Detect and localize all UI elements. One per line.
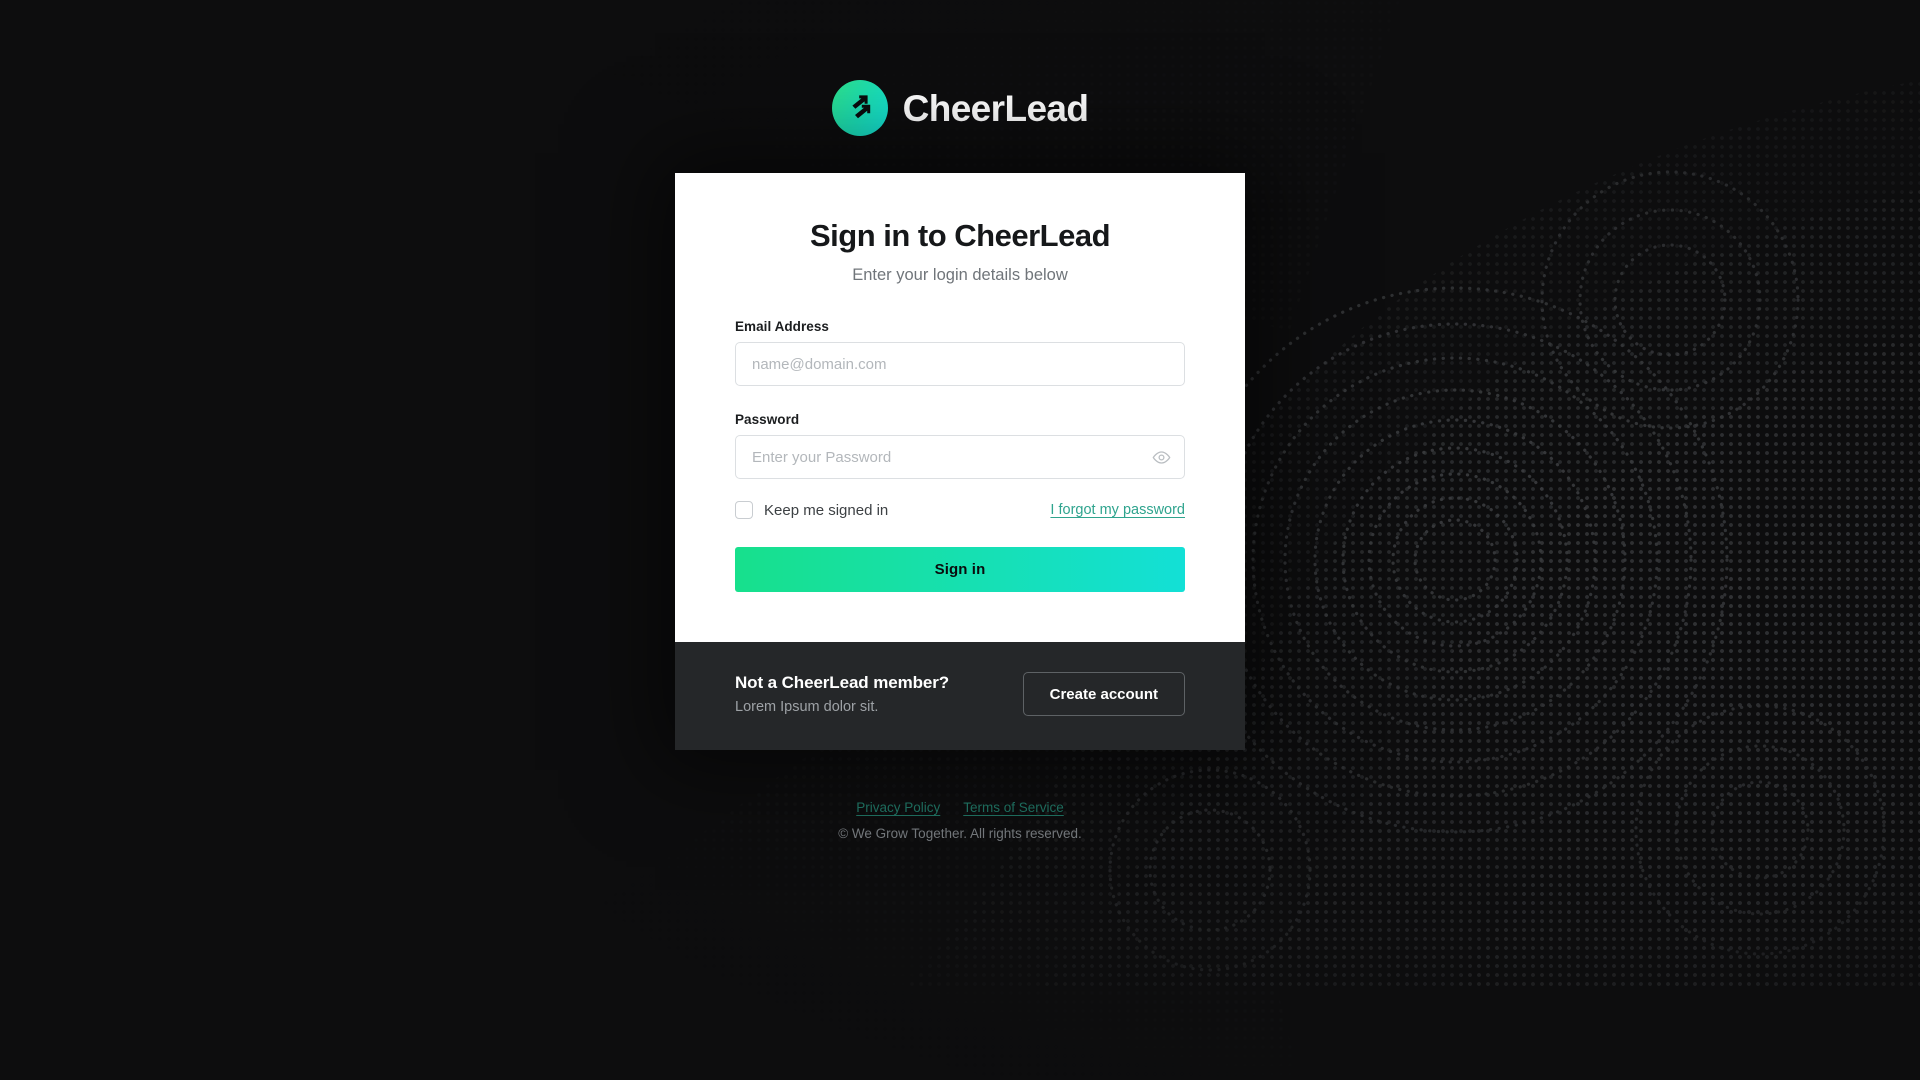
login-card-body: Sign in to CheerLead Enter your login de… bbox=[675, 173, 1245, 642]
signup-prompt: Not a CheerLead member? Lorem Ipsum dolo… bbox=[675, 642, 1245, 751]
double-arrow-up-right-icon bbox=[831, 80, 888, 136]
brand-name: CheerLead bbox=[902, 87, 1089, 129]
password-input[interactable] bbox=[735, 435, 1185, 480]
copyright-text: © We Grow Together. All rights reserved. bbox=[838, 826, 1082, 842]
email-label: Email Address bbox=[735, 319, 829, 335]
email-input-wrap bbox=[735, 342, 1185, 387]
privacy-policy-link[interactable]: Privacy Policy bbox=[856, 800, 940, 815]
login-page: CheerLead Sign in to CheerLead Enter you… bbox=[0, 0, 1920, 1080]
password-label: Password bbox=[735, 412, 800, 428]
sign-in-button[interactable]: Sign in bbox=[735, 547, 1185, 593]
legal-links: Privacy Policy Terms of Service bbox=[838, 800, 1082, 815]
page-footer: Privacy Policy Terms of Service © We Gro… bbox=[838, 800, 1082, 841]
brand-logo: CheerLead bbox=[831, 76, 1089, 140]
terms-of-service-link[interactable]: Terms of Service bbox=[963, 800, 1064, 815]
keep-signed-in-checkbox[interactable]: Keep me signed in bbox=[735, 501, 889, 520]
email-field-group: Email Address bbox=[735, 319, 1185, 387]
create-account-button[interactable]: Create account bbox=[1022, 672, 1185, 717]
keep-signed-in-label: Keep me signed in bbox=[764, 501, 889, 519]
signup-prompt-text: Not a CheerLead member? Lorem Ipsum dolo… bbox=[735, 673, 949, 715]
email-input[interactable] bbox=[735, 342, 1185, 387]
page-title: Sign in to CheerLead bbox=[809, 218, 1111, 253]
login-card: Sign in to CheerLead Enter your login de… bbox=[675, 173, 1245, 751]
page-subtitle: Enter your login details below bbox=[852, 266, 1068, 285]
options-row: Keep me signed in I forgot my password bbox=[735, 499, 1185, 521]
forgot-password-link[interactable]: I forgot my password bbox=[1050, 502, 1185, 518]
checkbox-box[interactable] bbox=[735, 501, 753, 520]
eye-icon[interactable] bbox=[1149, 445, 1173, 469]
password-input-wrap bbox=[735, 435, 1185, 480]
password-field-group: Password bbox=[735, 412, 1185, 480]
signup-prompt-heading: Not a CheerLead member? bbox=[735, 673, 950, 693]
signup-prompt-subtext: Lorem Ipsum dolor sit. bbox=[735, 699, 879, 716]
